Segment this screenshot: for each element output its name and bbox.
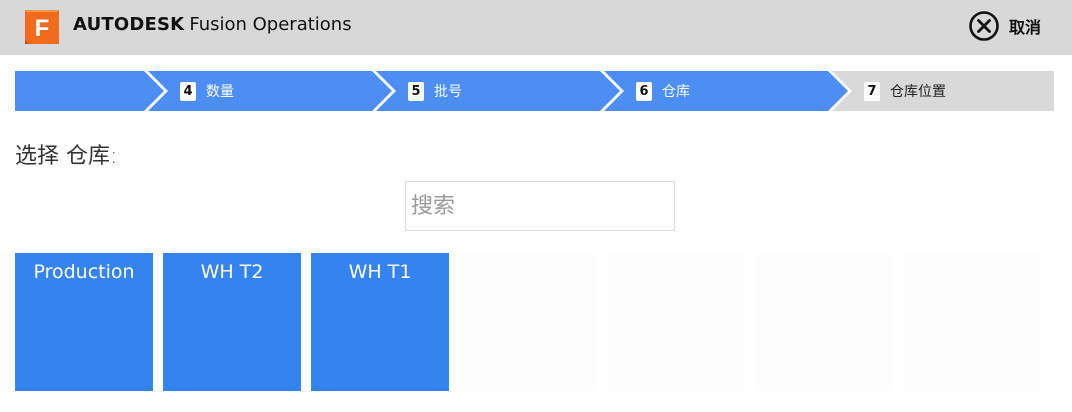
step-quantity[interactable]: 4 数量 [180, 71, 234, 111]
fusion-logo-icon: F [25, 10, 59, 44]
warehouse-tile-placeholder [755, 253, 893, 391]
step-label: 数量 [206, 84, 234, 100]
warehouse-tile-production[interactable]: Production [15, 253, 153, 391]
warehouse-tile-placeholder [903, 253, 1041, 391]
close-circle-icon[interactable] [968, 10, 1000, 42]
brand-product: Fusion Operations [189, 14, 352, 35]
logo-letter: F [35, 15, 50, 42]
warehouse-name: Production [33, 261, 135, 283]
step-number: 7 [864, 81, 880, 101]
warehouse-name: WH T2 [200, 261, 264, 283]
step-warehouse-location[interactable]: 7 仓库位置 [864, 71, 946, 111]
search-input[interactable] [405, 181, 675, 231]
cancel-button[interactable]: 取消 [968, 10, 1041, 42]
page-prompt: 选择 仓库: [15, 144, 118, 169]
warehouse-tile-placeholder [607, 253, 745, 391]
step-number: 5 [408, 81, 424, 101]
step-progress-bar: 4 数量 5 批号 6 仓库 7 仓库位置 [15, 71, 1054, 111]
cancel-label[interactable]: 取消 [1009, 14, 1041, 38]
warehouse-tile-placeholder [459, 253, 597, 391]
step-number: 6 [636, 81, 652, 101]
step-number: 4 [180, 81, 196, 101]
warehouse-tile-wh-t2[interactable]: WH T2 [163, 253, 301, 391]
step-label: 仓库位置 [890, 84, 946, 100]
warehouse-name: WH T1 [348, 261, 412, 283]
step-batch-number[interactable]: 5 批号 [408, 71, 462, 111]
app-header: F AUTODESK Fusion Operations 取消 [0, 0, 1072, 55]
brand-title: AUTODESK Fusion Operations [73, 0, 352, 50]
step-label: 批号 [434, 84, 462, 100]
warehouse-tile-wh-t1[interactable]: WH T1 [311, 253, 449, 391]
step-label: 仓库 [662, 84, 690, 100]
step-warehouse[interactable]: 6 仓库 [636, 71, 690, 111]
brand-autodesk: AUTODESK [73, 14, 185, 35]
step-1-chevron[interactable] [15, 71, 164, 111]
